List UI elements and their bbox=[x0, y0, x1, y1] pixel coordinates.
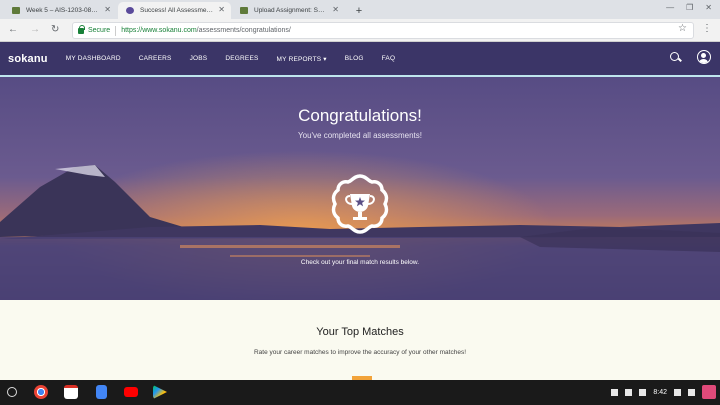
chrome-icon[interactable] bbox=[34, 385, 48, 399]
secure-label: Secure bbox=[88, 27, 111, 34]
nav-my-dashboard[interactable]: MY DASHBOARD bbox=[66, 55, 121, 62]
site-header: sokanu MY DASHBOARD CAREERS JOBS DEGREES… bbox=[0, 42, 720, 75]
url-bar[interactable]: Secure https://www.sokanu.com/assessment… bbox=[72, 22, 694, 39]
gmail-icon[interactable] bbox=[64, 385, 78, 399]
divider bbox=[115, 25, 117, 36]
battery-icon bbox=[688, 388, 695, 396]
tab-title: Success! All Assessments Co bbox=[140, 7, 213, 14]
browser-tab[interactable]: Week 5 – AIS-1203-080-Fall-2 ✕ bbox=[4, 2, 117, 19]
close-tab-icon[interactable]: ✕ bbox=[218, 5, 225, 14]
nav-jobs[interactable]: JOBS bbox=[190, 55, 208, 62]
nav-careers[interactable]: CAREERS bbox=[139, 55, 172, 62]
sokanu-logo[interactable]: sokanu bbox=[8, 53, 48, 65]
browser-tab-active[interactable]: Success! All Assessments Co ✕ bbox=[118, 2, 231, 19]
status-tray[interactable]: 8:42 bbox=[611, 385, 716, 399]
nav-faq[interactable]: FAQ bbox=[382, 55, 396, 62]
nav-my-reports[interactable]: MY REPORTS ▾ bbox=[277, 55, 327, 63]
download-icon bbox=[611, 388, 619, 396]
close-tab-icon[interactable]: ✕ bbox=[104, 5, 111, 14]
top-matches-section: Your Top Matches Rate your career matche… bbox=[0, 300, 720, 380]
profile-icon[interactable] bbox=[697, 50, 711, 64]
bookmark-star-icon[interactable]: ☆ bbox=[678, 23, 687, 34]
section-title: Your Top Matches bbox=[316, 326, 404, 338]
trophy-icon bbox=[328, 172, 392, 236]
address-toolbar: ← → ↻ Secure https://www.sokanu.com/asse… bbox=[0, 19, 720, 42]
page-title: Congratulations! bbox=[298, 106, 422, 125]
menu-dots-icon[interactable]: ⋮ bbox=[702, 23, 712, 34]
youtube-icon[interactable] bbox=[124, 387, 138, 397]
document-icon bbox=[240, 7, 248, 14]
results-prompt: Check out your final match results below… bbox=[300, 259, 420, 266]
nav-degrees[interactable]: DEGREES bbox=[225, 55, 258, 62]
wifi-icon bbox=[674, 388, 681, 396]
new-tab-button[interactable]: + bbox=[352, 4, 366, 18]
hero-banner: Congratulations! You've completed all as… bbox=[0, 77, 720, 300]
search-icon[interactable] bbox=[670, 51, 681, 63]
close-window-icon[interactable]: ✕ bbox=[705, 3, 712, 12]
docs-icon[interactable] bbox=[96, 385, 107, 399]
page-subtitle: You've completed all assessments! bbox=[298, 131, 422, 140]
restore-icon[interactable]: ❐ bbox=[686, 3, 693, 12]
back-arrow-icon[interactable]: ← bbox=[8, 24, 18, 35]
section-subtitle: Rate your career matches to improve the … bbox=[253, 349, 467, 356]
launcher-icon[interactable] bbox=[7, 387, 17, 397]
tab-strip: Week 5 – AIS-1203-080-Fall-2 ✕ Success! … bbox=[0, 0, 720, 19]
notification-icon bbox=[639, 388, 647, 396]
document-icon bbox=[12, 7, 20, 14]
window-controls: — ❐ ✕ bbox=[666, 3, 712, 12]
header-actions bbox=[670, 50, 711, 64]
sokanu-icon bbox=[126, 7, 134, 14]
close-tab-icon[interactable]: ✕ bbox=[332, 5, 339, 14]
browser-tab[interactable]: Upload Assignment: SOKANU ✕ bbox=[232, 2, 345, 19]
tab-title: Upload Assignment: SOKANU bbox=[254, 7, 327, 14]
play-store-icon[interactable] bbox=[153, 385, 167, 399]
minimize-icon[interactable]: — bbox=[666, 3, 674, 12]
tab-title: Week 5 – AIS-1203-080-Fall-2 bbox=[26, 7, 99, 14]
reload-icon[interactable]: ↻ bbox=[51, 24, 59, 35]
download-icon bbox=[625, 388, 633, 396]
user-avatar[interactable] bbox=[702, 385, 716, 399]
os-shelf: 8:42 bbox=[0, 380, 720, 405]
nav-blog[interactable]: BLOG bbox=[345, 55, 364, 62]
clock: 8:42 bbox=[653, 388, 667, 396]
url-host: https://www.sokanu.com bbox=[121, 27, 197, 34]
url-text: https://www.sokanu.com/assessments/congr… bbox=[121, 27, 291, 34]
forward-arrow-icon[interactable]: → bbox=[30, 24, 40, 35]
lock-icon bbox=[78, 24, 85, 34]
url-path: /assessments/congratulations/ bbox=[196, 27, 291, 34]
